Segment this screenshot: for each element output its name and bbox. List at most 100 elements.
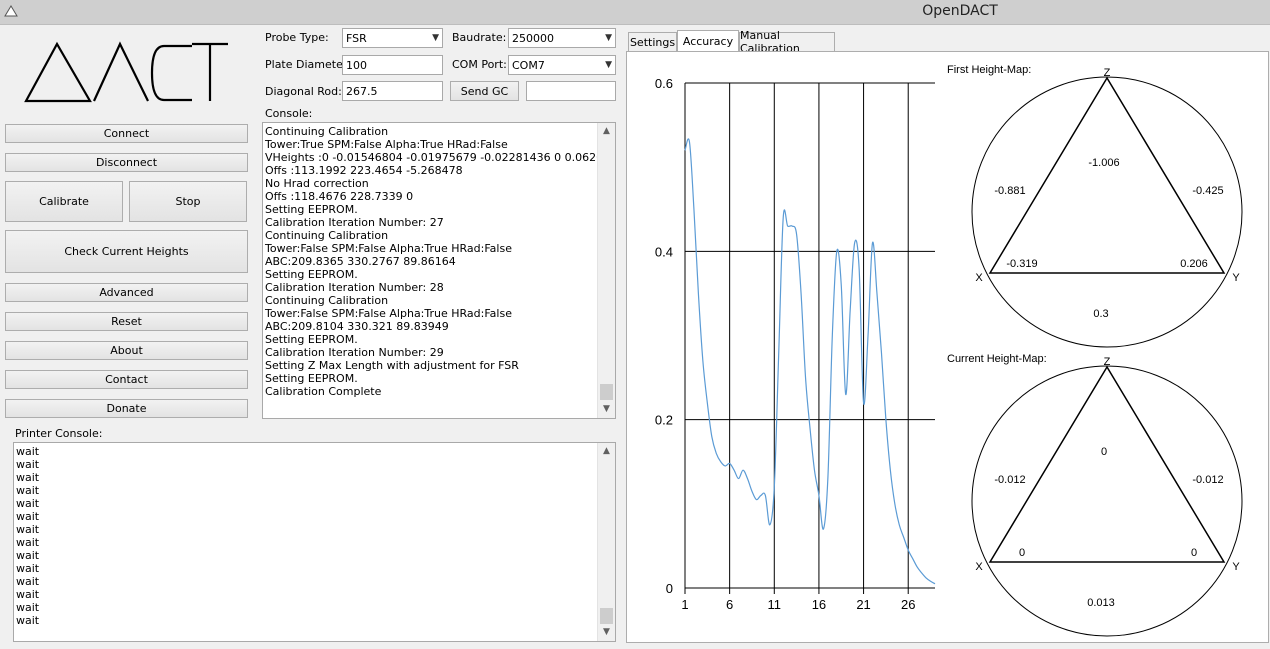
- chevron-down-icon: ▼: [605, 33, 612, 43]
- printer-console-line: wait: [16, 445, 40, 458]
- height-map-triangle: [988, 76, 1226, 274]
- y-axis-label: Y: [1232, 272, 1240, 284]
- title-bar: OpenDACT: [0, 0, 1270, 25]
- advanced-button[interactable]: Advanced: [5, 283, 248, 302]
- yz-height-value: -0.012: [1192, 474, 1223, 486]
- xz-height-value: -0.012: [994, 474, 1025, 486]
- printer-console-line: wait: [16, 497, 40, 510]
- baudrate-value: 250000: [512, 32, 554, 45]
- console-line: Continuing Calibration: [265, 229, 389, 242]
- xy-height-value: 0.013: [1087, 597, 1115, 609]
- y-tick-label: 0: [666, 581, 673, 596]
- printer-console-line: wait: [16, 575, 40, 588]
- scroll-thumb[interactable]: [600, 384, 613, 400]
- check-current-heights-button[interactable]: Check Current Heights: [5, 230, 248, 273]
- probe-type-value: FSR: [346, 32, 367, 45]
- console-line: Offs :113.1992 223.4654 -5.268478: [265, 164, 463, 177]
- console-line: Offs :118.4676 228.7339 0: [265, 190, 414, 203]
- y-tick-label: 0.2: [655, 413, 673, 428]
- scroll-down-icon[interactable]: ▼: [598, 401, 615, 418]
- x-height-value: 0: [1019, 547, 1025, 559]
- send-gcode-button[interactable]: Send GC: [450, 81, 519, 101]
- console-line: Continuing Calibration: [265, 294, 389, 307]
- scroll-up-icon[interactable]: ▲: [598, 443, 615, 460]
- printer-console-line: wait: [16, 614, 40, 627]
- x-tick-label: 11: [768, 597, 782, 612]
- scroll-down-icon[interactable]: ▼: [598, 624, 615, 641]
- printer-console-line: wait: [16, 484, 40, 497]
- plate-diameter-label: Plate Diameter:: [265, 58, 351, 71]
- contact-button[interactable]: Contact: [5, 370, 248, 389]
- current-height-map: Current Height-Map: Z X Y 0 0 0 -0.012 -0.012 0.0…: [947, 353, 1243, 637]
- accuracy-chart: 00.20.40.61 6 11 16 21 26: [655, 76, 936, 612]
- z-height-value: -1.006: [1088, 157, 1119, 169]
- height-map-circle: [971, 365, 1243, 637]
- stop-button[interactable]: Stop: [129, 181, 247, 222]
- console-line: Continuing Calibration: [265, 125, 389, 138]
- console-line: Calibration Iteration Number: 29: [265, 346, 444, 359]
- printer-console-output[interactable]: wait wait wait wait wait wait wait wait wait wait…: [13, 442, 616, 642]
- console-line: ABC:209.8104 330.321 89.83949: [265, 320, 449, 333]
- z-height-value: 0: [1101, 446, 1107, 458]
- reset-button[interactable]: Reset: [5, 312, 248, 331]
- height-map-triangle: [988, 365, 1226, 563]
- plate-diameter-input[interactable]: 100: [342, 55, 443, 75]
- gcode-input[interactable]: [526, 81, 616, 101]
- printer-console-lines: wait wait wait wait wait wait wait wait wait wait…: [16, 445, 39, 627]
- probe-type-select[interactable]: FSR ▼: [342, 28, 443, 48]
- printer-console-line: wait: [16, 588, 40, 601]
- calibrate-button[interactable]: Calibrate: [5, 181, 123, 222]
- baudrate-label: Baudrate:: [452, 31, 507, 44]
- probe-type-label: Probe Type:: [265, 31, 329, 44]
- y-height-value: 0: [1191, 547, 1197, 559]
- console-line: ABC:209.8365 330.2767 89.86164: [265, 255, 456, 268]
- printer-console-scrollbar[interactable]: ▲ ▼: [597, 443, 615, 641]
- disconnect-button[interactable]: Disconnect: [5, 153, 248, 172]
- yz-height-value: -0.425: [1192, 185, 1223, 197]
- com-port-select[interactable]: COM7 ▼: [508, 55, 616, 75]
- height-map-circle: [971, 76, 1243, 348]
- tab-manual-calibration[interactable]: Manual Calibration: [739, 29, 835, 55]
- about-button[interactable]: About: [5, 341, 248, 360]
- x-axis-label: X: [975, 561, 983, 573]
- x-tick-label: 21: [856, 597, 870, 612]
- printer-console-line: wait: [16, 536, 40, 549]
- scroll-up-icon[interactable]: ▲: [598, 123, 615, 140]
- x-tick-label: 26: [901, 597, 915, 612]
- printer-console-line: wait: [16, 601, 40, 614]
- console-line: Tower:True SPM:False Alpha:True HRad:Fal…: [265, 138, 508, 151]
- console-line: Setting EEPROM.: [265, 203, 358, 216]
- diagonal-rod-input[interactable]: 267.5: [342, 81, 443, 101]
- com-port-label: COM Port:: [452, 58, 507, 71]
- console-line: Calibration Complete: [265, 385, 382, 398]
- console-scrollbar[interactable]: ▲ ▼: [597, 123, 615, 418]
- y-tick-label: 0.4: [655, 244, 673, 259]
- console-label: Console:: [265, 107, 313, 120]
- console-line: Setting EEPROM.: [265, 333, 358, 346]
- console-line: VHeights :0 -0.01546804 -0.01975679 -0.0…: [265, 151, 616, 164]
- donate-button[interactable]: Donate: [5, 399, 248, 418]
- x-tick-label: 16: [812, 597, 826, 612]
- height-map-title: First Height-Map:: [947, 64, 1031, 76]
- dact-logo: [24, 41, 228, 103]
- first-height-map: First Height-Map: Z X Y -1.006 -0.319 0.206 -0.…: [947, 64, 1243, 348]
- scroll-thumb[interactable]: [600, 608, 613, 624]
- console-line: Calibration Iteration Number: 28: [265, 281, 444, 294]
- x-tick-label: 6: [726, 597, 733, 612]
- printer-console-line: wait: [16, 510, 40, 523]
- printer-console-label: Printer Console:: [15, 427, 103, 440]
- y-height-value: 0.206: [1180, 258, 1208, 270]
- printer-console-line: wait: [16, 471, 40, 484]
- accuracy-tab-panel: 0 0.2 0.4 0.6 1 6 11 16 21 26 First Height-Map: Z X…: [626, 51, 1269, 643]
- console-line: Setting EEPROM.: [265, 268, 358, 281]
- baudrate-select[interactable]: 250000 ▼: [508, 28, 616, 48]
- console-lines: Continuing Calibration Tower:True SPM:Fal…: [265, 125, 616, 398]
- chevron-down-icon: ▼: [432, 33, 439, 43]
- printer-console-line: wait: [16, 458, 40, 471]
- printer-console-line: wait: [16, 523, 40, 536]
- tab-accuracy[interactable]: Accuracy: [677, 30, 739, 52]
- x-height-value: -0.319: [1006, 258, 1037, 270]
- console-output[interactable]: Continuing Calibration Tower:True SPM:Fal…: [262, 122, 616, 419]
- tab-settings[interactable]: Settings: [628, 32, 677, 51]
- connect-button[interactable]: Connect: [5, 124, 248, 143]
